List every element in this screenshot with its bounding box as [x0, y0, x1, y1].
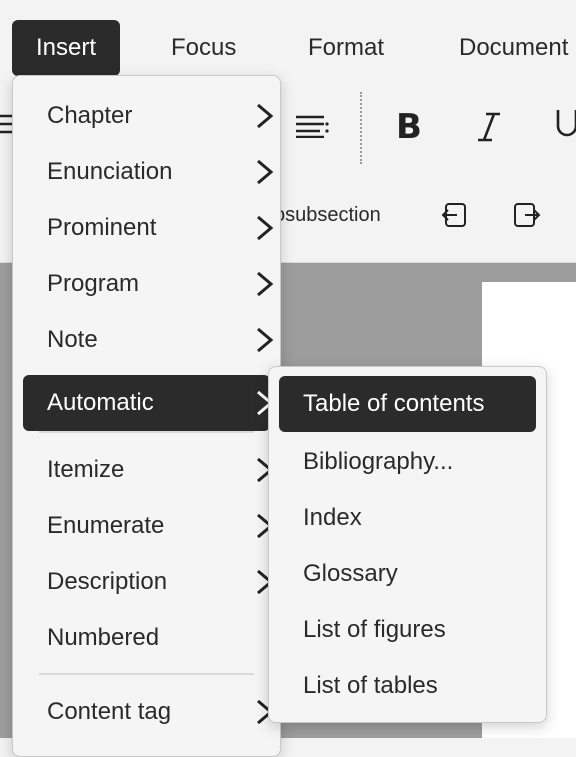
menu-separator — [39, 673, 254, 675]
menu-item-enunciation[interactable]: Enunciation — [23, 151, 274, 193]
menu-insert[interactable]: Insert — [12, 20, 121, 76]
chevron-right-icon — [257, 104, 274, 128]
menu-item-label: Numbered — [47, 624, 160, 651]
menu-item-description[interactable]: Description — [23, 561, 274, 603]
menu-item-program[interactable]: Program — [23, 263, 274, 305]
menu-item-list-of-tables[interactable]: List of tables — [279, 665, 536, 707]
menu-item-numbered[interactable]: Numbered — [23, 617, 270, 659]
subsection-button[interactable]: osubsection — [274, 204, 381, 227]
menu-item-label: Itemize — [47, 456, 125, 483]
menu-item-automatic[interactable]: Automatic — [23, 375, 274, 431]
bold-icon[interactable]: B — [394, 108, 428, 144]
menu-format[interactable]: Format — [308, 20, 384, 76]
menu-item-label: Description — [47, 568, 168, 595]
menu-item-enumerate[interactable]: Enumerate — [23, 505, 274, 547]
chevron-right-icon — [257, 216, 274, 240]
outdent-icon[interactable] — [441, 202, 467, 228]
menu-item-list-of-figures[interactable]: List of figures — [279, 609, 536, 651]
menu-item-label: Enumerate — [47, 512, 165, 539]
menu-item-chapter[interactable]: Chapter — [23, 95, 274, 137]
menu-item-content-tag[interactable]: Content tag — [23, 691, 274, 733]
menu-item-label: Enunciation — [47, 158, 173, 185]
chevron-right-icon — [257, 272, 274, 296]
automatic-submenu: Table of contents Bibliography... Index … — [268, 366, 547, 723]
menu-document[interactable]: Document — [459, 20, 568, 76]
indent-icon[interactable] — [513, 202, 541, 228]
menu-item-label: Content tag — [47, 698, 172, 725]
svg-text:B: B — [396, 108, 422, 144]
menu-item-label: Note — [47, 326, 98, 353]
menu-item-bibliography[interactable]: Bibliography... — [279, 441, 536, 483]
chevron-right-icon — [257, 328, 274, 352]
menu-item-glossary[interactable]: Glossary — [279, 553, 536, 595]
menu-item-label: Prominent — [47, 214, 157, 241]
insert-menu: Chapter Enunciation Prominent Program No… — [12, 75, 281, 757]
menu-item-itemize[interactable]: Itemize — [23, 449, 274, 491]
menu-item-label: Chapter — [47, 102, 133, 129]
menu-item-index[interactable]: Index — [279, 497, 536, 539]
menu-item-prominent[interactable]: Prominent — [23, 207, 274, 249]
menu-focus[interactable]: Focus — [171, 20, 236, 76]
menu-item-label: Program — [47, 270, 140, 297]
menu-separator — [39, 431, 254, 433]
align-justify-icon[interactable] — [294, 114, 330, 138]
underline-icon[interactable] — [554, 108, 576, 144]
italic-icon[interactable] — [474, 110, 504, 144]
menu-item-table-of-contents[interactable]: Table of contents — [279, 376, 536, 432]
menu-item-note[interactable]: Note — [23, 319, 274, 361]
toolbar-separator — [360, 92, 362, 164]
menu-item-label: Automatic — [47, 389, 154, 416]
chevron-right-icon — [257, 160, 274, 184]
